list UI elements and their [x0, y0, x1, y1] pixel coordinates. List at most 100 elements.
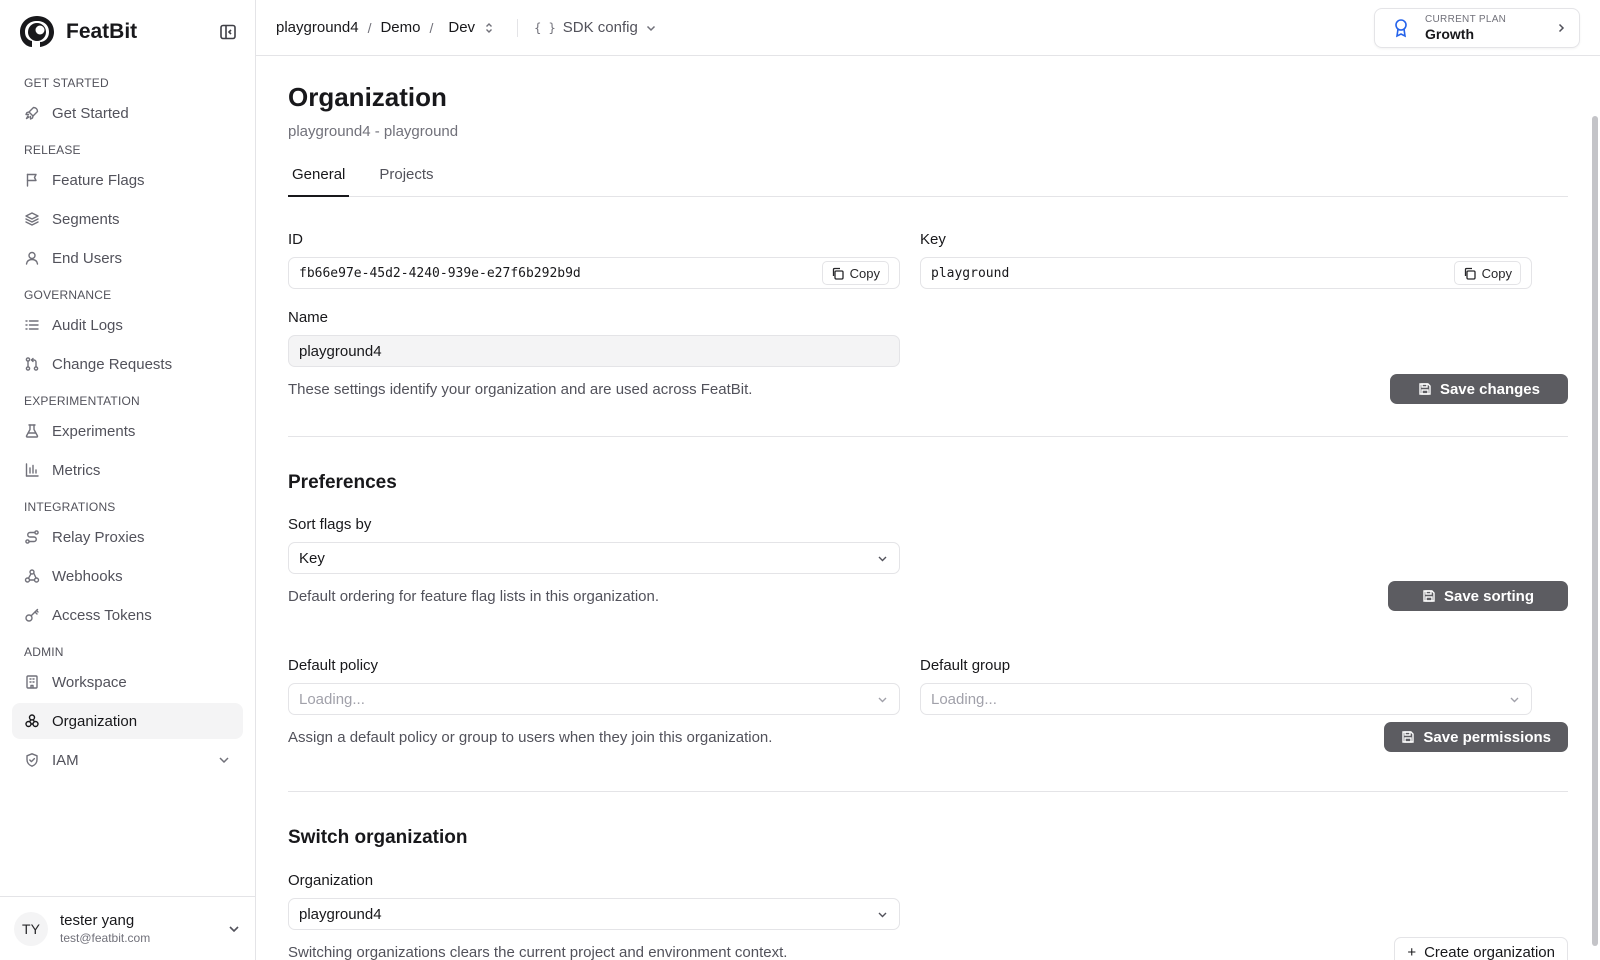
default-policy-label: Default policy — [288, 657, 379, 674]
save-changes-button[interactable]: Save changes — [1389, 374, 1568, 404]
sidebar-section-title: INTEGRATIONS — [24, 500, 116, 514]
sidebar-group: RELEASE Feature Flags Segments End Users — [12, 141, 243, 276]
sdk-config-label: SDK config — [562, 19, 638, 36]
main-area: playground4 / Demo / Dev { } SDK config — [256, 0, 1600, 960]
switch-help-text: Switching organizations clears the curre… — [288, 944, 788, 960]
sidebar-item-relay-proxies[interactable]: Relay Proxies — [12, 519, 243, 555]
sidebar-item-access-tokens[interactable]: Access Tokens — [12, 597, 243, 633]
copy-label: Copy — [849, 265, 880, 281]
sidebar-item-label: Organization — [52, 712, 138, 730]
copy-key-button[interactable]: Copy — [1453, 261, 1521, 285]
page-subtitle: playground4 - playground — [288, 123, 459, 140]
organization-icon — [25, 714, 39, 728]
sidebar-item-segments[interactable]: Segments — [12, 201, 243, 237]
chevron-right-icon — [1558, 23, 1565, 32]
breadcrumb-project[interactable]: Demo — [380, 19, 420, 36]
key-value: playground — [931, 265, 1010, 281]
building-icon — [26, 675, 38, 689]
sidebar-group: GET STARTED Get Started — [12, 74, 243, 131]
sdk-config-button[interactable]: { } SDK config — [534, 19, 657, 36]
sidebar-item-label: Experiments — [52, 422, 136, 440]
copy-id-button[interactable]: Copy — [821, 261, 889, 285]
organization-select[interactable]: playground4 — [288, 898, 900, 930]
flag-icon — [26, 173, 37, 187]
sidebar-section-title: ADMIN — [24, 645, 64, 659]
page-title: Organization — [288, 82, 447, 112]
chevron-down-icon — [878, 912, 887, 917]
current-plan-card[interactable]: CURRENT PLAN Growth — [1374, 7, 1580, 48]
webhook-icon — [24, 569, 40, 583]
sidebar-item-organization[interactable]: Organization — [12, 703, 243, 739]
sidebar-item-metrics[interactable]: Metrics — [12, 452, 243, 488]
sidebar-item-iam[interactable]: IAM — [12, 742, 243, 778]
sidebar-item-label: Relay Proxies — [52, 528, 145, 546]
save-sorting-button[interactable]: Save sorting — [1387, 581, 1568, 611]
chevron-down-icon — [1510, 697, 1519, 702]
chevron-down-icon — [229, 925, 239, 932]
tab-general[interactable]: General — [288, 164, 350, 197]
sidebar-item-webhooks[interactable]: Webhooks — [12, 558, 243, 594]
sidebar-toggle-icon[interactable] — [219, 23, 237, 41]
list-icon — [25, 320, 39, 330]
save-icon — [1402, 731, 1415, 743]
switch-org-label: Organization — [288, 872, 374, 889]
default-group-select[interactable]: Loading... — [920, 683, 1532, 715]
sidebar-item-end-users[interactable]: End Users — [12, 240, 243, 276]
brand-name: FeatBit — [66, 20, 138, 43]
environment-switcher[interactable]: Dev — [448, 19, 495, 36]
default-group-value: Loading... — [931, 690, 997, 708]
sidebar-group: ADMIN Workspace Organization IAM — [12, 643, 243, 778]
section-divider — [288, 791, 1568, 792]
chevrons-up-down-icon — [486, 22, 493, 33]
key-icon — [25, 608, 39, 622]
rocket-icon — [25, 106, 39, 120]
create-organization-label: Create organization — [1424, 943, 1555, 960]
name-label: Name — [288, 309, 329, 326]
breadcrumb-separator: / — [367, 19, 372, 36]
sidebar-section-title: GET STARTED — [24, 76, 109, 90]
sort-flags-select[interactable]: Key — [288, 542, 900, 574]
id-label: ID — [288, 231, 303, 248]
user-menu[interactable]: TY tester yang test@featbit.com — [0, 896, 255, 960]
sidebar-item-get-started[interactable]: Get Started — [12, 95, 243, 131]
divider — [517, 18, 519, 37]
breadcrumb-org[interactable]: playground4 — [276, 19, 359, 36]
id-value: fb66e97e-45d2-4240-939e-e27f6b292b9d — [299, 265, 581, 281]
sidebar-item-experiments[interactable]: Experiments — [12, 413, 243, 449]
sidebar-item-feature-flags[interactable]: Feature Flags — [12, 162, 243, 198]
name-value: playground4 — [299, 342, 382, 360]
sort-flags-value: Key — [299, 549, 325, 567]
user-email: test@featbit.com — [60, 931, 151, 945]
scrollbar[interactable] — [1592, 116, 1598, 946]
sidebar-item-label: End Users — [52, 249, 123, 267]
sidebar-item-label: IAM — [52, 751, 79, 769]
save-sorting-label: Save sorting — [1443, 587, 1534, 605]
plus-icon: + — [1407, 943, 1417, 960]
sidebar-section-title: EXPERIMENTATION — [24, 394, 140, 408]
chevron-down-icon — [219, 757, 229, 764]
sidebar-item-workspace[interactable]: Workspace — [12, 664, 243, 700]
switch-org-title: Switch organization — [288, 827, 468, 848]
create-organization-button[interactable]: + Create organization — [1394, 937, 1568, 960]
sidebar-item-label: Access Tokens — [52, 606, 152, 624]
sidebar-item-audit-logs[interactable]: Audit Logs — [12, 307, 243, 343]
flask-icon — [25, 424, 39, 438]
shield-icon — [26, 753, 38, 767]
sidebar-item-label: Metrics — [52, 461, 101, 479]
general-help-text: These settings identify your organizatio… — [288, 381, 753, 398]
award-icon — [1395, 18, 1407, 37]
key-label: Key — [920, 231, 946, 248]
sidebar-nav: GET STARTED Get Started RELEASE Feature Fla… — [0, 64, 255, 896]
sidebar-section-title: GOVERNANCE — [24, 288, 112, 302]
default-policy-select[interactable]: Loading... — [288, 683, 900, 715]
breadcrumb-separator: / — [429, 19, 434, 36]
environment-label: Dev — [448, 19, 476, 36]
sidebar-item-change-requests[interactable]: Change Requests — [12, 346, 243, 382]
featbit-logo — [20, 16, 54, 47]
tabs: General Projects — [288, 164, 1568, 197]
copy-icon — [1464, 267, 1476, 280]
save-permissions-button[interactable]: Save permissions — [1384, 722, 1568, 752]
sidebar-item-label: Get Started — [52, 104, 129, 122]
tab-projects[interactable]: Projects — [375, 164, 437, 197]
name-input[interactable]: playground4 — [288, 335, 900, 367]
